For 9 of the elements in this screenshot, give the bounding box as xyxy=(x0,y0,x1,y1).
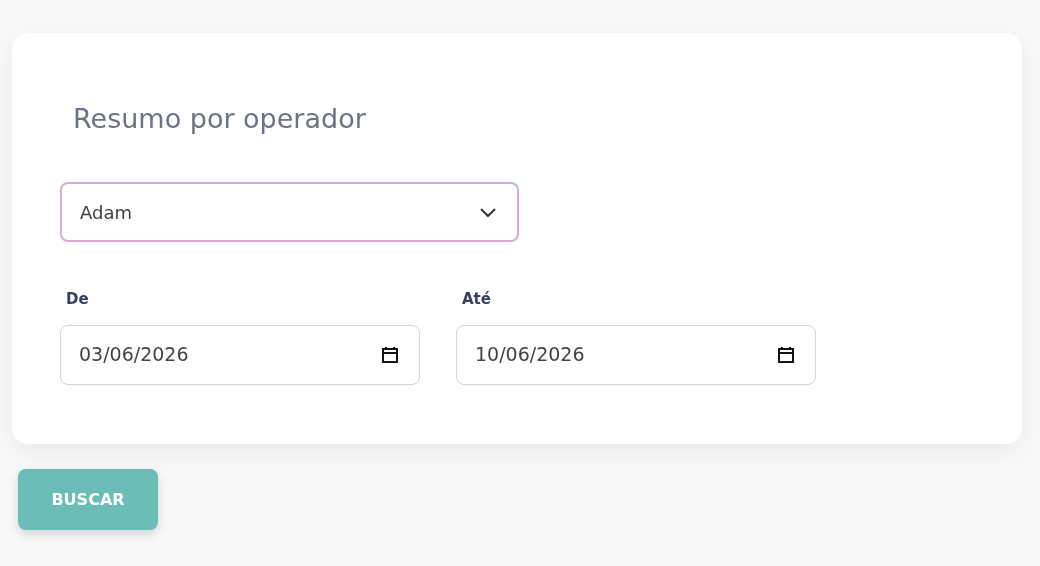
calendar-icon xyxy=(777,345,795,364)
calendar-icon xyxy=(381,345,399,364)
date-field[interactable]: 10/06/2026 xyxy=(456,324,816,385)
field-label: Até xyxy=(462,289,491,310)
date-field[interactable]: 03/06/2026 xyxy=(60,324,420,385)
field-label: De xyxy=(66,289,89,310)
card-title: Resumo por operador xyxy=(73,105,366,132)
chevron-down-icon xyxy=(479,206,497,218)
operator-select[interactable]: Adam xyxy=(60,182,519,242)
